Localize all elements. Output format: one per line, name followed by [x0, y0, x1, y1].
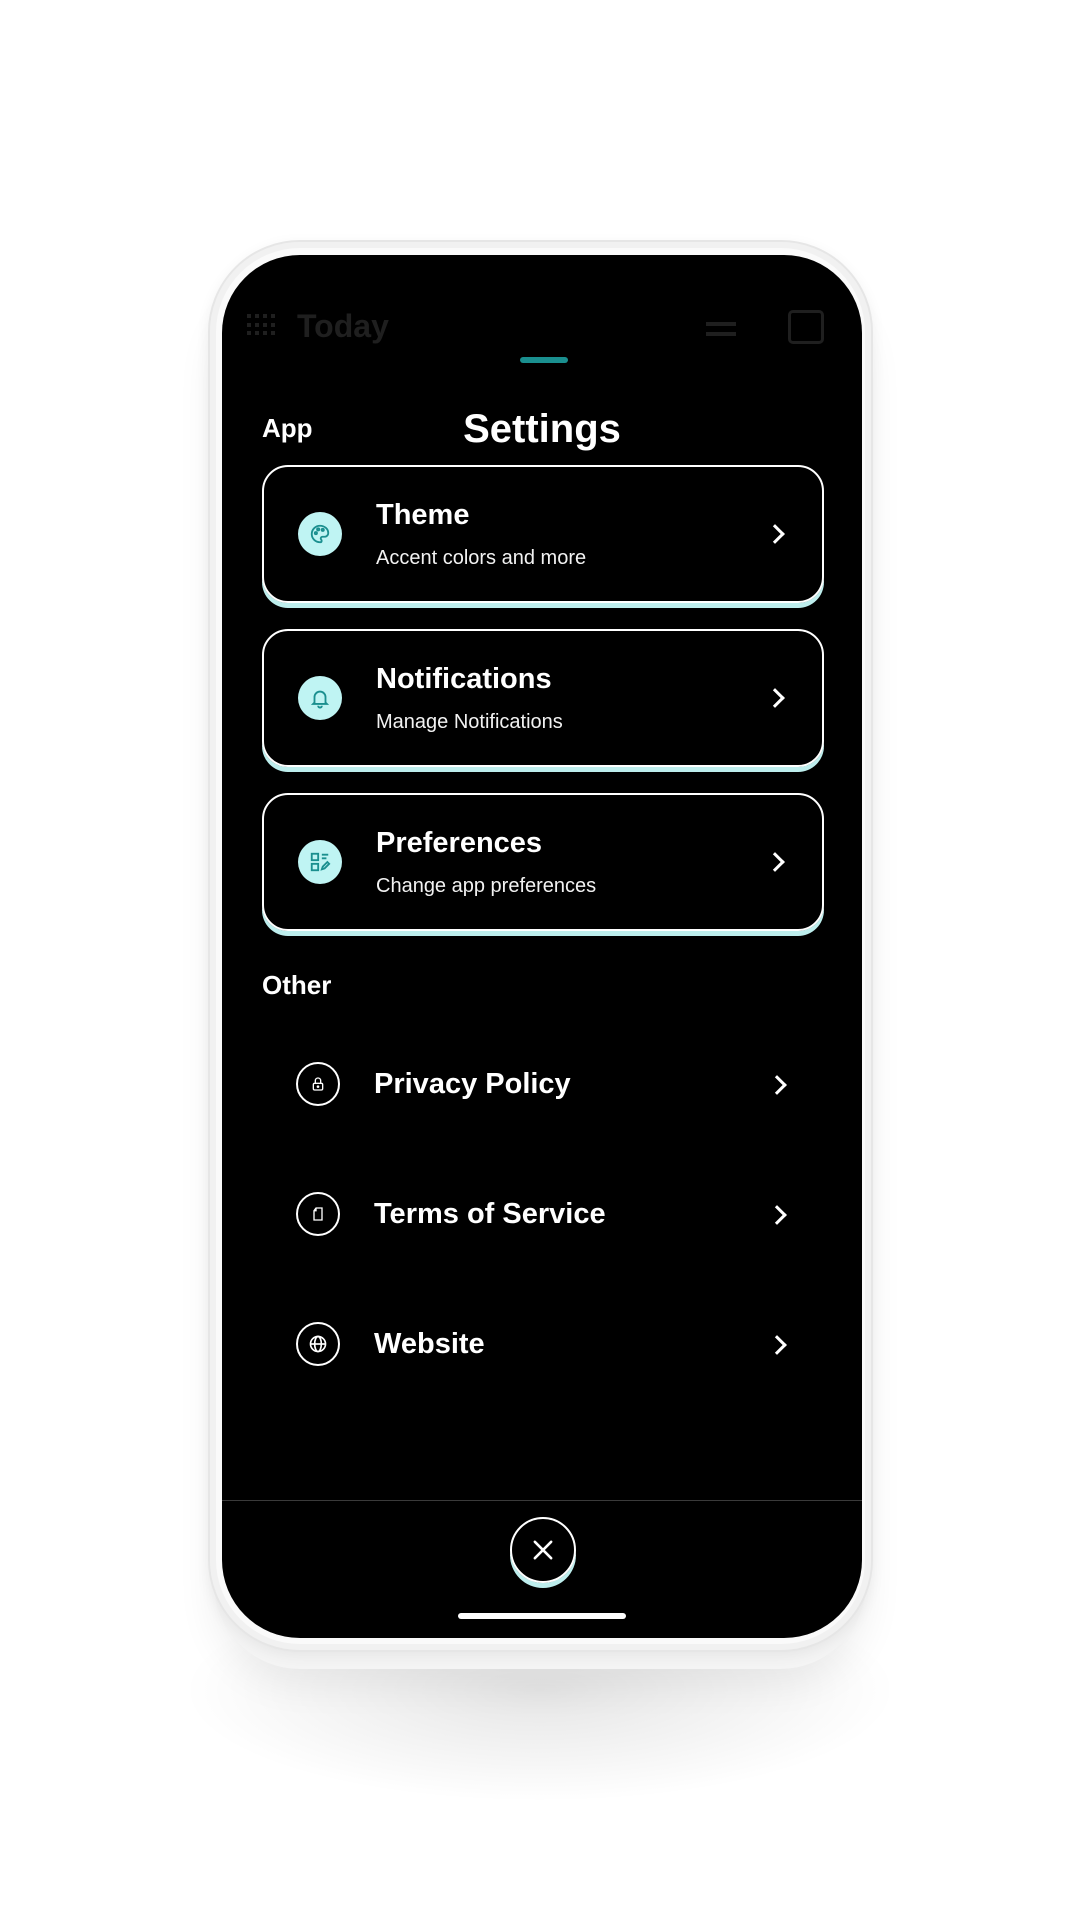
- calendar-icon: [788, 310, 824, 344]
- section-label-app: App: [262, 413, 313, 443]
- chevron-right-icon: [765, 852, 785, 872]
- background-app-header: Today: [222, 308, 862, 350]
- sheet-title: Settings: [463, 407, 621, 451]
- menu-icon: [706, 322, 736, 336]
- close-icon: [533, 1540, 553, 1560]
- palette-icon: [298, 512, 342, 556]
- settings-item-title: Privacy Policy: [374, 1068, 571, 1100]
- chevron-right-icon: [765, 688, 785, 708]
- globe-icon: [296, 1322, 340, 1366]
- close-button[interactable]: [510, 1517, 576, 1583]
- preferences-icon: [298, 840, 342, 884]
- settings-item-privacy-policy[interactable]: Privacy Policy: [262, 1044, 824, 1124]
- document-icon: [296, 1192, 340, 1236]
- settings-item-title: Preferences: [376, 827, 543, 859]
- sheet-grab-handle[interactable]: [520, 357, 568, 363]
- grid-icon: [247, 314, 277, 336]
- chevron-right-icon: [765, 524, 785, 544]
- chevron-right-icon: [767, 1205, 787, 1225]
- settings-item-title: Website: [374, 1328, 485, 1360]
- home-indicator: [458, 1613, 626, 1619]
- settings-item-preferences[interactable]: Preferences Change app preferences: [262, 793, 824, 931]
- phone-screen: Today Settings App Theme Accent colors a…: [222, 255, 862, 1638]
- settings-item-theme[interactable]: Theme Accent colors and more: [262, 465, 824, 603]
- settings-item-title: Theme: [376, 499, 470, 531]
- settings-item-subtitle: Change app preferences: [376, 875, 597, 897]
- bottom-divider: [222, 1500, 862, 1501]
- stage: Today Settings App Theme Accent colors a…: [0, 0, 1080, 1920]
- settings-item-website[interactable]: Website: [262, 1304, 824, 1384]
- chevron-right-icon: [767, 1075, 787, 1095]
- settings-item-subtitle: Accent colors and more: [376, 547, 587, 569]
- settings-item-notifications[interactable]: Notifications Manage Notifications: [262, 629, 824, 767]
- background-header-title: Today: [297, 308, 389, 344]
- bell-icon: [298, 676, 342, 720]
- chevron-right-icon: [767, 1335, 787, 1355]
- settings-item-title: Terms of Service: [374, 1198, 606, 1230]
- settings-item-subtitle: Manage Notifications: [376, 711, 563, 733]
- section-label-other: Other: [262, 970, 332, 1000]
- lock-icon: [296, 1062, 340, 1106]
- settings-item-title: Notifications: [376, 663, 552, 695]
- settings-item-terms-of-service[interactable]: Terms of Service: [262, 1174, 824, 1254]
